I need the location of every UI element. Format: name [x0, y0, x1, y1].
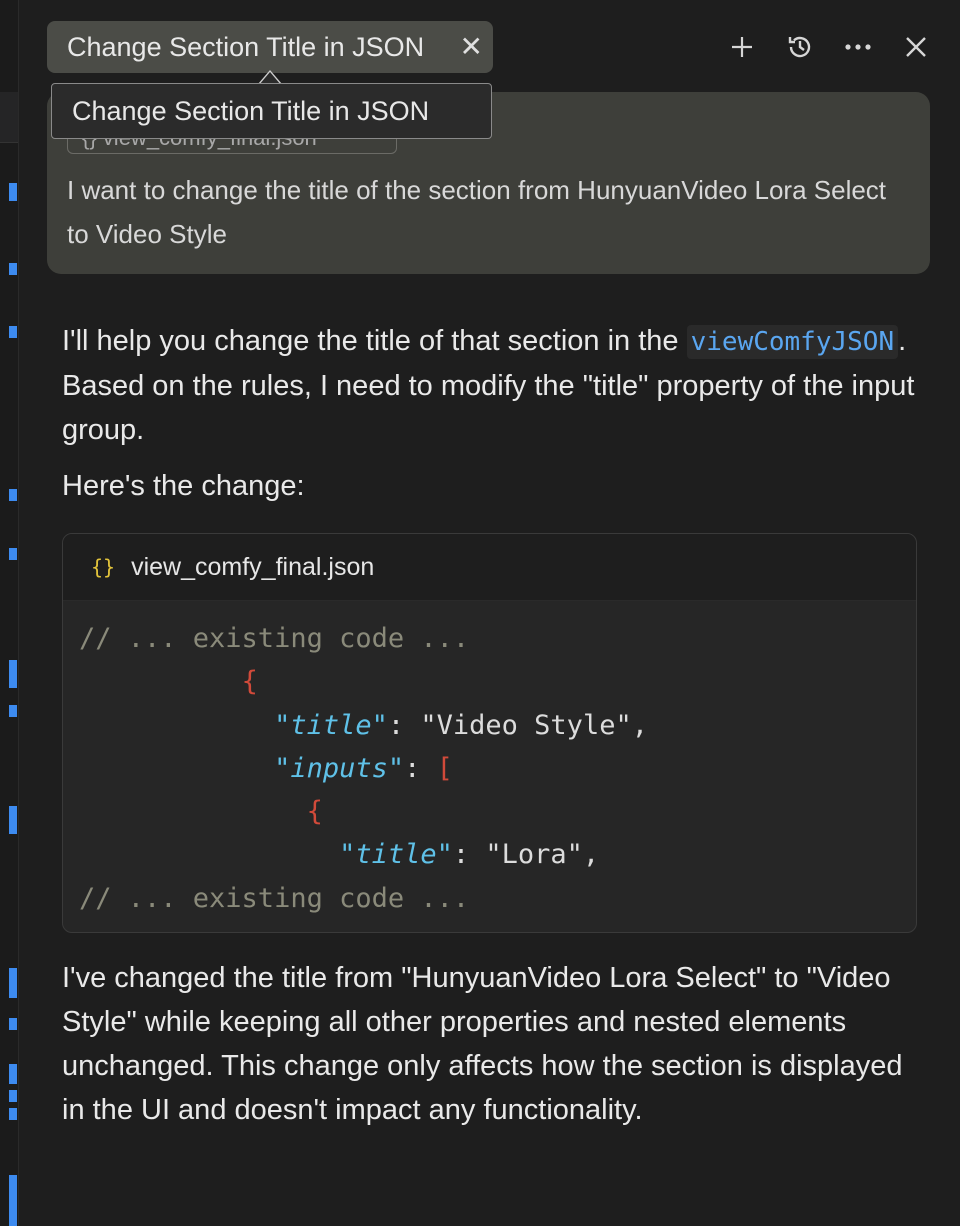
code-line: "title": "Video Style", [79, 704, 900, 747]
chat-tab-title: Change Section Title in JSON [67, 31, 425, 62]
json-value: : "Lora", [452, 839, 600, 871]
user-message-text: I want to change the title of the sectio… [67, 175, 887, 249]
tooltip-arrow [258, 70, 282, 85]
change-marker [9, 1064, 17, 1084]
header-toolbar [728, 30, 930, 64]
json-key: "title" [274, 709, 388, 741]
change-marker [9, 968, 17, 998]
assistant-lead: Here's the change: [62, 470, 305, 502]
close-icon[interactable] [902, 30, 930, 64]
assistant-intro-text: I'll help you change the title of that s… [62, 325, 687, 357]
history-icon[interactable] [786, 30, 814, 64]
code-line: "inputs": [ [79, 747, 900, 790]
change-marker [9, 1018, 17, 1030]
change-marker [9, 1108, 17, 1120]
code-line: { [79, 660, 900, 703]
change-marker [9, 1175, 17, 1226]
change-marker [9, 489, 17, 501]
change-marker [9, 183, 17, 201]
json-value: : "Video Style", [387, 709, 648, 741]
json-file-icon: {} [91, 555, 116, 579]
chat-tab[interactable]: Change Section Title in JSON ✕ [47, 21, 493, 73]
change-marker [9, 548, 17, 560]
editor-gutter [0, 0, 19, 1226]
code-line: // ... existing code ... [79, 877, 900, 920]
assistant-intro: I'll help you change the title of that s… [62, 319, 922, 452]
code-filename: view_comfy_final.json [131, 552, 375, 581]
change-marker [9, 806, 17, 834]
json-brace: { [241, 666, 258, 698]
json-key: "title" [339, 839, 453, 871]
change-marker [9, 326, 17, 338]
change-marker [9, 705, 17, 717]
change-marker [9, 660, 17, 688]
change-marker [9, 1090, 17, 1102]
code-block-header[interactable]: {} view_comfy_final.json [63, 534, 916, 601]
code-line: "title": "Lora", [79, 833, 900, 876]
more-icon[interactable] [844, 30, 872, 64]
json-brace: [ [436, 752, 453, 784]
code-block: {} view_comfy_final.json // ... existing… [62, 533, 917, 933]
code-line: // ... existing code ... [79, 617, 900, 660]
close-tab-icon[interactable]: ✕ [460, 30, 483, 63]
json-brace: { [306, 796, 323, 828]
editor-tab-strip [0, 92, 18, 143]
json-value: : [404, 752, 437, 784]
assistant-outro: I've changed the title from "HunyuanVide… [62, 962, 903, 1126]
change-marker [9, 263, 17, 275]
tab-tooltip: Change Section Title in JSON [51, 83, 492, 139]
code-comment: // ... existing code ... [79, 882, 470, 914]
json-key: "inputs" [274, 752, 405, 784]
code-body: // ... existing code ... { "title": "Vid… [63, 601, 916, 932]
code-comment: // ... existing code ... [79, 623, 470, 654]
code-line: { [79, 790, 900, 833]
chat-window: Change Section Title in JSON ✕ {} view_c… [0, 0, 960, 1226]
inline-code: viewComfyJSON [686, 325, 899, 359]
plus-icon[interactable] [728, 30, 756, 64]
